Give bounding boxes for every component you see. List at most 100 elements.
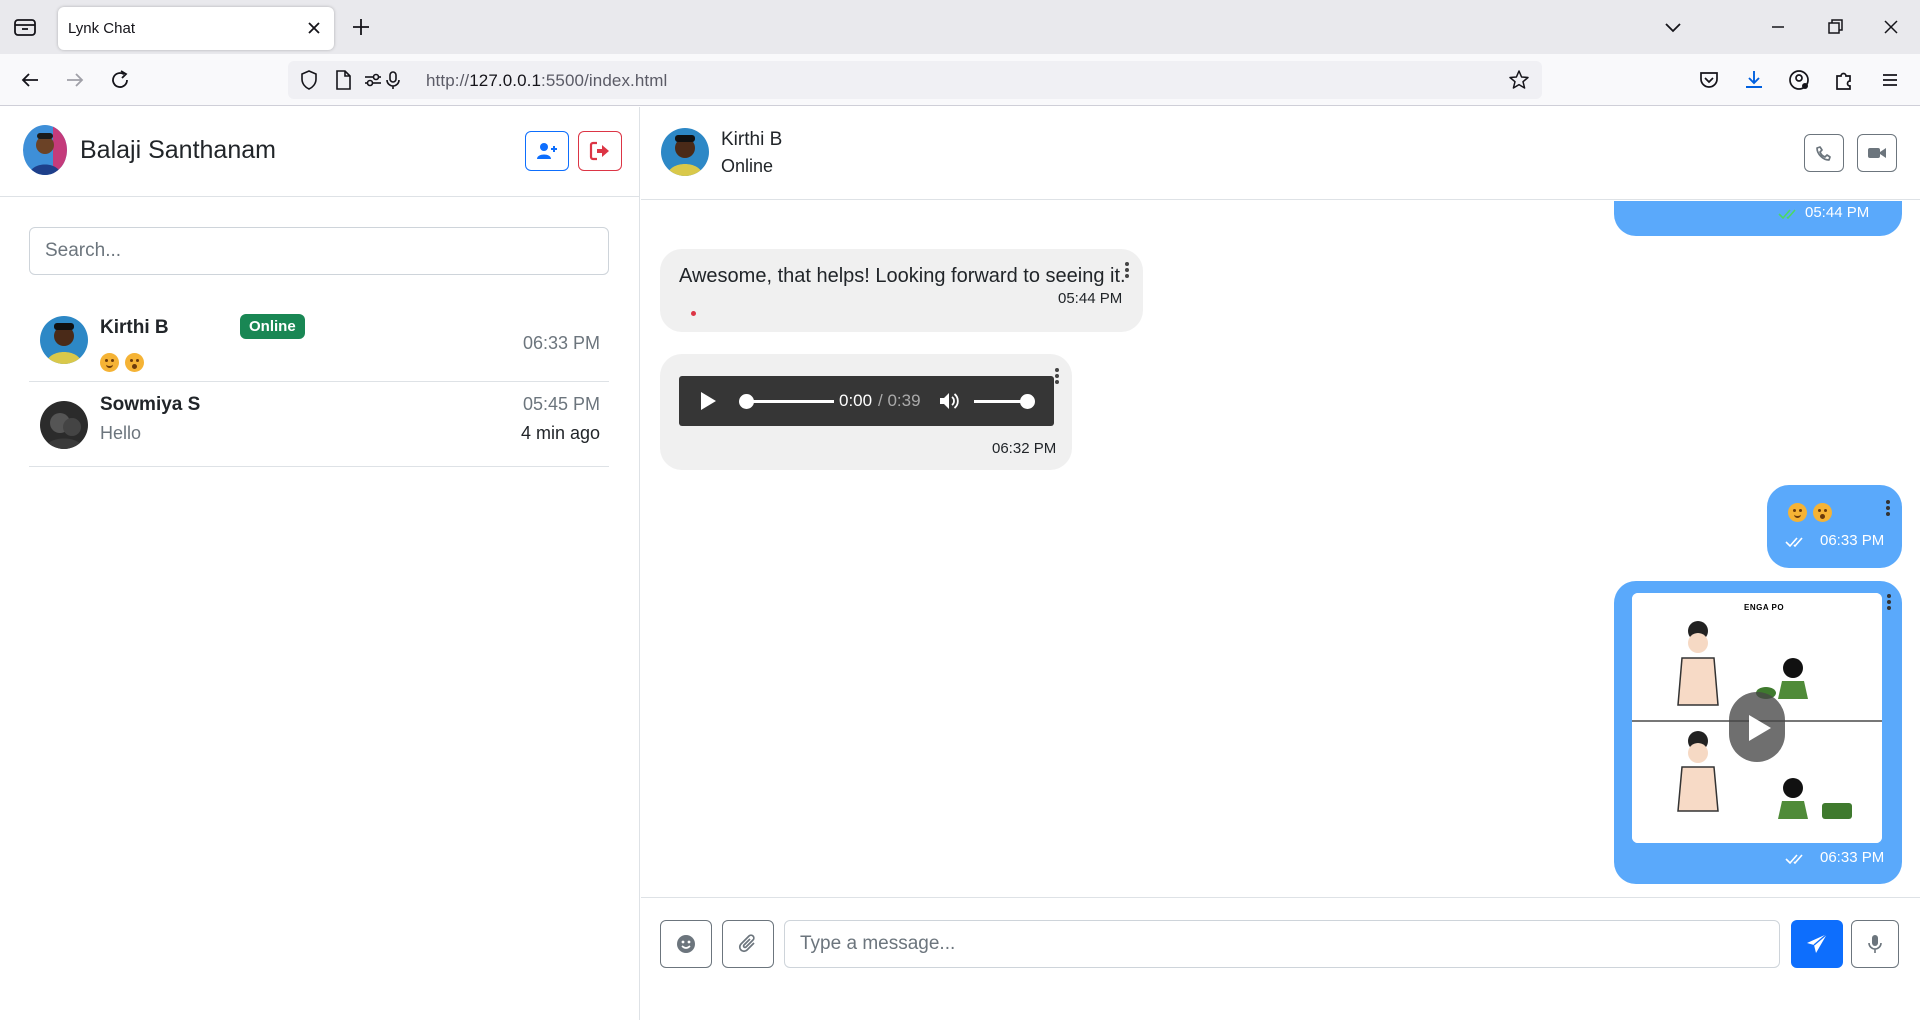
chevron-down-icon[interactable]: [1660, 14, 1686, 40]
smiling-face-icon: [100, 352, 119, 372]
add-contact-button[interactable]: [525, 131, 569, 171]
message-bubble-audio[interactable]: 0:00 / 0:39 06:32 PM: [660, 354, 1072, 470]
attach-button[interactable]: [722, 920, 774, 968]
microphone-permission-icon[interactable]: [382, 69, 404, 91]
sidebar-header: Balaji Santhanam: [0, 107, 639, 197]
more-options-icon[interactable]: [1886, 593, 1892, 613]
double-check-icon: [1778, 208, 1804, 220]
unread-dot: [691, 311, 696, 316]
video-thumbnail[interactable]: ENGA PO: [1632, 593, 1882, 843]
message-time: 05:44 PM: [1058, 290, 1123, 307]
url-text[interactable]: http://127.0.0.1:5500/index.html: [426, 71, 667, 91]
voice-call-button[interactable]: [1804, 134, 1844, 172]
forward-arrow-icon[interactable]: [62, 67, 88, 93]
online-badge: Online: [240, 314, 305, 339]
close-window-icon[interactable]: [1878, 14, 1904, 40]
user-plus-icon: [536, 140, 558, 162]
message-composer: [641, 897, 1920, 1020]
more-options-icon[interactable]: [1885, 499, 1891, 519]
paper-plane-icon: [1805, 932, 1829, 956]
video-play-button[interactable]: [1729, 692, 1785, 762]
last-seen: 4 min ago: [520, 423, 600, 443]
logout-button[interactable]: [578, 131, 622, 171]
volume-thumb[interactable]: [1020, 394, 1035, 409]
menu-icon[interactable]: [1877, 67, 1903, 93]
voice-record-button[interactable]: [1851, 920, 1899, 968]
message-text: Awesome, that helps! Looking forward to …: [679, 265, 1126, 287]
browser-tab-active[interactable]: Lynk Chat: [58, 7, 334, 50]
close-icon[interactable]: [304, 18, 324, 38]
new-tab-icon[interactable]: [350, 16, 372, 38]
video-camera-icon: [1867, 143, 1887, 163]
message-time: 06:32 PM: [992, 440, 1057, 457]
account-icon[interactable]: [1786, 67, 1812, 93]
pocket-icon[interactable]: [1696, 67, 1722, 93]
emoji-button[interactable]: [660, 920, 712, 968]
send-button[interactable]: [1791, 920, 1843, 968]
browser-tab-strip: Lynk Chat: [0, 0, 1920, 54]
microphone-icon: [1864, 933, 1886, 955]
message-bubble-outgoing[interactable]: 06:33 PM: [1767, 485, 1902, 568]
audio-player[interactable]: 0:00 / 0:39: [679, 376, 1054, 426]
tab-list-icon[interactable]: [12, 15, 38, 39]
volume-track[interactable]: [974, 400, 1026, 403]
page-icon[interactable]: [332, 69, 354, 91]
chat-app: Balaji Santhanam Kirthi B Online 06:33 P…: [0, 107, 1920, 1020]
contact-preview: Hello: [100, 423, 142, 443]
sidebar: Balaji Santhanam Kirthi B Online 06:33 P…: [0, 107, 640, 1020]
chat-contact-status: Online: [721, 156, 774, 176]
more-options-icon[interactable]: [1124, 261, 1130, 281]
contact-time: 05:45 PM: [522, 394, 600, 414]
audio-current-time: 0:00: [839, 391, 873, 410]
browser-navigation-bar: http://127.0.0.1:5500/index.html: [0, 54, 1920, 106]
message-bubble-outgoing[interactable]: 05:44 PM: [1614, 201, 1902, 236]
chat-contact-name: Kirthi B: [721, 129, 783, 150]
user-name: Balaji Santhanam: [80, 136, 276, 164]
avatar: [40, 316, 88, 364]
search-input[interactable]: [29, 227, 609, 275]
double-check-icon: [1785, 536, 1811, 548]
play-icon[interactable]: [699, 391, 717, 411]
sign-out-icon: [589, 140, 611, 162]
chat-pane: Kirthi B Online 05:44 PM Awesome, that h…: [641, 107, 1920, 1020]
avatar[interactable]: [23, 125, 67, 175]
back-arrow-icon[interactable]: [17, 67, 43, 93]
smile-icon: [675, 933, 697, 955]
message-input[interactable]: [784, 920, 1780, 968]
reload-icon[interactable]: [107, 67, 133, 93]
audio-seek-track[interactable]: [744, 400, 834, 403]
play-icon: [1749, 715, 1771, 741]
message-time: 06:33 PM: [1820, 849, 1885, 866]
permissions-icon[interactable]: [362, 69, 384, 91]
tab-title: Lynk Chat: [68, 20, 135, 37]
message-time: 05:44 PM: [1805, 204, 1870, 221]
minimize-icon[interactable]: [1765, 14, 1791, 40]
paperclip-icon: [737, 933, 759, 955]
volume-icon[interactable]: [938, 390, 960, 412]
shield-icon[interactable]: [298, 69, 320, 91]
video-caption: ENGA PO: [1744, 603, 1785, 612]
video-call-button[interactable]: [1857, 134, 1897, 172]
bookmark-star-icon[interactable]: [1508, 69, 1530, 91]
avatar: [40, 401, 88, 449]
message-bubble-video[interactable]: ENGA PO 06:33 PM: [1614, 581, 1902, 884]
avatar[interactable]: [661, 128, 709, 176]
contact-name: Kirthi B: [100, 317, 169, 338]
contact-item-kirthi[interactable]: Kirthi B Online 06:33 PM: [29, 298, 609, 382]
contact-item-sowmiya[interactable]: Sowmiya S 05:45 PM Hello 4 min ago: [29, 383, 609, 467]
message-bubble-incoming[interactable]: Awesome, that helps! Looking forward to …: [660, 249, 1143, 332]
audio-duration: / 0:39: [878, 391, 921, 410]
double-check-icon: [1785, 853, 1811, 865]
message-emojis: [1788, 503, 1838, 522]
address-bar[interactable]: http://127.0.0.1:5500/index.html: [288, 61, 1542, 99]
message-list: 05:44 PM Awesome, that helps! Looking fo…: [641, 201, 1920, 905]
message-time: 06:33 PM: [1820, 532, 1885, 549]
restore-icon[interactable]: [1822, 14, 1848, 40]
chat-header: Kirthi B Online: [641, 107, 1920, 200]
phone-icon: [1814, 143, 1834, 163]
more-options-icon[interactable]: [1054, 367, 1060, 387]
download-icon[interactable]: [1741, 67, 1767, 93]
contact-time: 06:33 PM: [522, 333, 600, 353]
audio-seek-thumb[interactable]: [739, 394, 754, 409]
extensions-icon[interactable]: [1831, 67, 1857, 93]
